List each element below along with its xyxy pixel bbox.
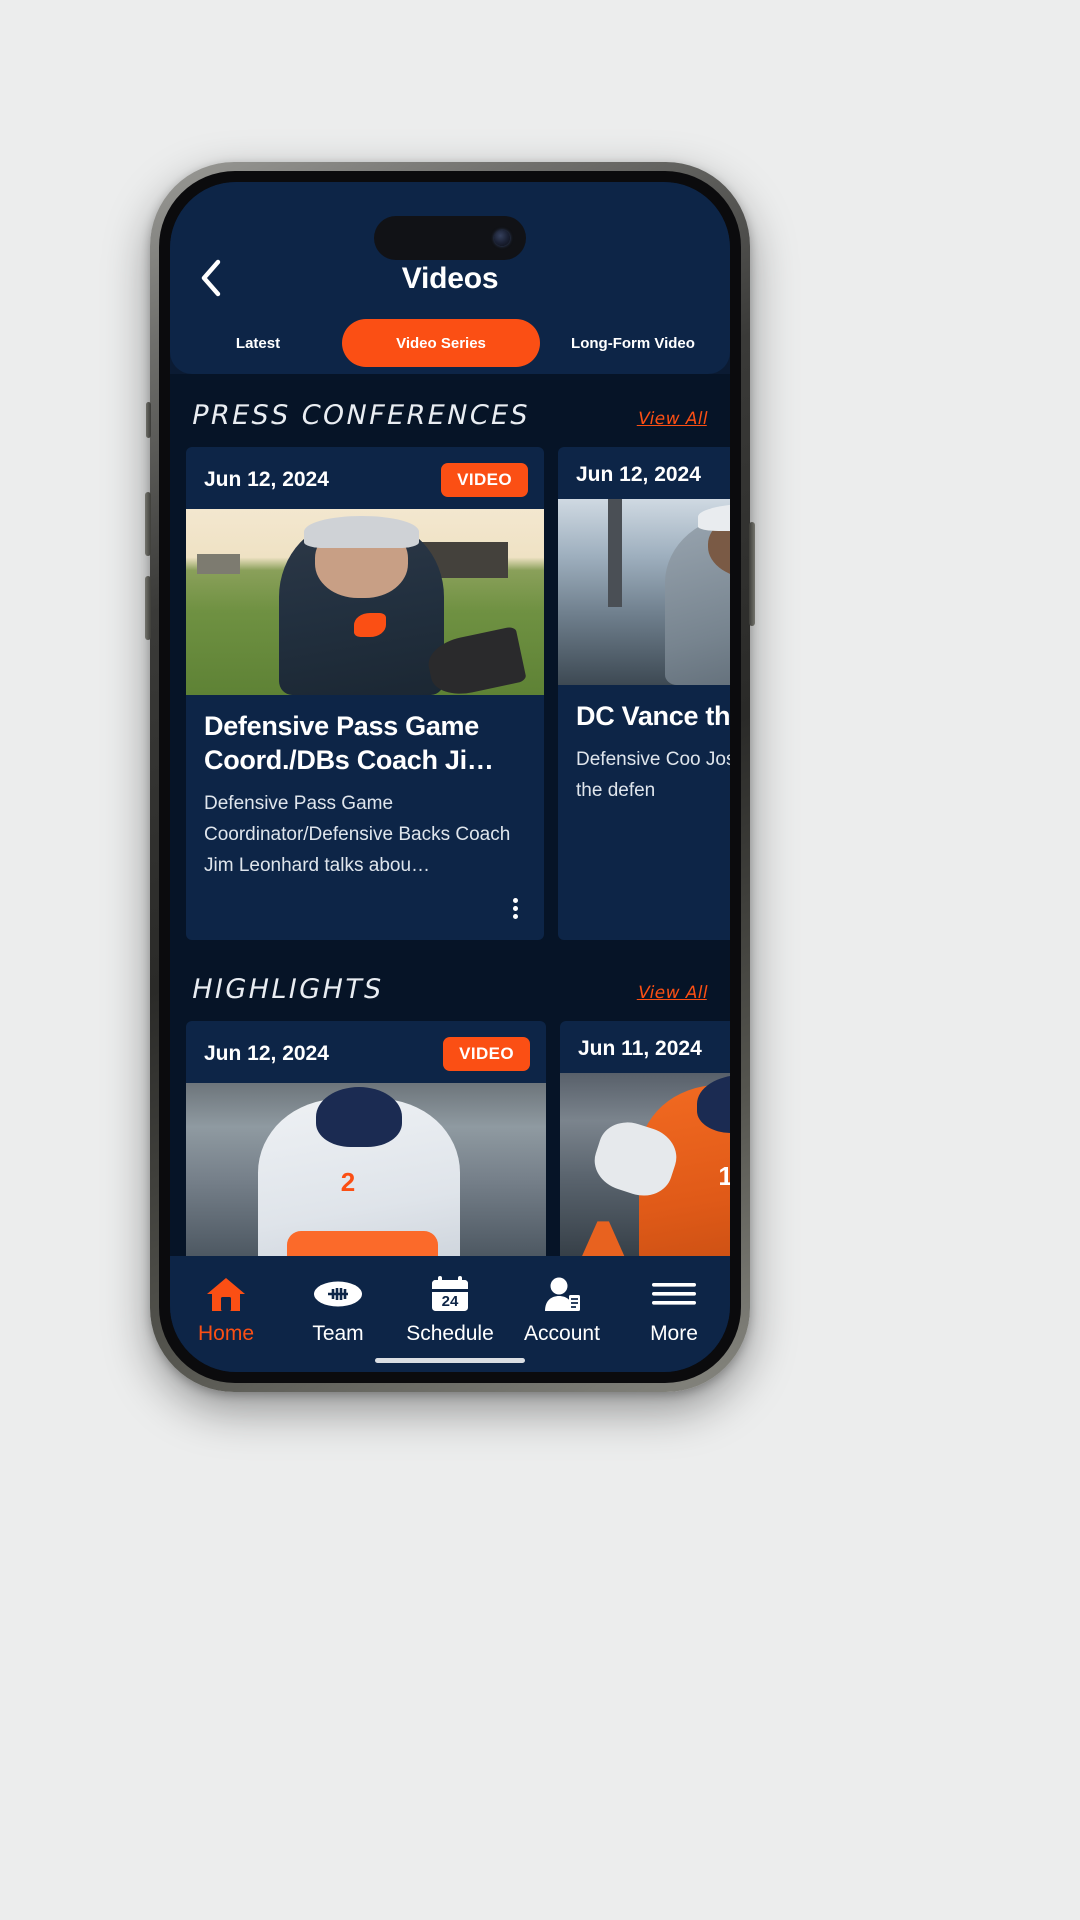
card-overflow-menu-button[interactable]	[186, 881, 544, 940]
card-body: DC Vance the second Defensive Coo Joseph…	[558, 685, 730, 807]
card-title: Defensive Pass Game Coord./DBs Coach Ji…	[204, 711, 494, 776]
card-thumbnail[interactable]	[558, 499, 730, 685]
page-title: Videos	[401, 262, 499, 295]
volume-down-button[interactable]	[145, 576, 151, 640]
person-icon	[542, 1274, 582, 1314]
card-header: Jun 12, 2024 VIDEO	[186, 447, 544, 509]
phone-bezel: Videos Latest Video Series Long-Form Vid…	[159, 171, 741, 1383]
card-thumbnail[interactable]: 2	[186, 1083, 546, 1284]
card-thumbnail[interactable]	[186, 509, 544, 695]
video-card[interactable]: Jun 12, 2024 VIDEO Defensive Pass Game C…	[186, 447, 544, 941]
jersey-number: 2	[340, 1167, 356, 1198]
screenshot-canvas: Videos Latest Video Series Long-Form Vid…	[0, 0, 1080, 1920]
card-header: Jun 12, 2024 VIDEO	[186, 1021, 546, 1083]
nav-label: Home	[197, 1322, 255, 1345]
dynamic-island	[374, 216, 526, 260]
nav-label: Account	[524, 1322, 600, 1345]
video-feed[interactable]: PRESS CONFERENCES View All Jun 12, 2024 …	[170, 374, 730, 1372]
tab-video-series[interactable]: Video Series	[342, 319, 540, 367]
card-date: Jun 12, 2024	[204, 468, 329, 491]
video-card[interactable]: Jun 11, 2024 12	[560, 1021, 730, 1284]
kebab-menu-icon	[513, 895, 518, 922]
card-description: Defensive Coo Joseph discuss from the de…	[576, 749, 730, 801]
section-header-highlights: HIGHLIGHTS View All	[170, 940, 730, 1021]
nav-item-more[interactable]: More	[618, 1274, 730, 1346]
video-card[interactable]: Jun 12, 2024 DC Vance the second Defensi…	[558, 447, 730, 941]
home-indicator[interactable]	[375, 1358, 525, 1363]
silent-switch[interactable]	[146, 402, 151, 438]
calendar-icon: 24	[430, 1274, 470, 1314]
svg-text:24: 24	[442, 1293, 459, 1310]
jersey-number: 12	[718, 1161, 730, 1192]
card-date: Jun 11, 2024	[578, 1037, 702, 1061]
video-card[interactable]: Jun 12, 2024 VIDEO 2	[186, 1021, 546, 1284]
status-badge: VIDEO	[441, 463, 528, 497]
tab-latest[interactable]: Latest	[174, 319, 342, 367]
card-header: Jun 12, 2024	[558, 447, 730, 499]
card-date: Jun 12, 2024	[204, 1042, 329, 1066]
phone-device-frame: Videos Latest Video Series Long-Form Vid…	[145, 162, 755, 1392]
back-button[interactable]	[184, 252, 236, 304]
view-all-highlights[interactable]: View All	[636, 983, 710, 1003]
nav-item-schedule[interactable]: 24 Schedule	[394, 1274, 506, 1346]
hamburger-icon	[651, 1274, 697, 1314]
card-body: Defensive Pass Game Coord./DBs Coach Ji……	[186, 695, 544, 881]
section-header-press-conferences: PRESS CONFERENCES View All	[170, 374, 730, 447]
card-header: Jun 11, 2024	[560, 1021, 730, 1073]
section-title: PRESS CONFERENCES	[188, 400, 533, 431]
card-thumbnail[interactable]: 12	[560, 1073, 730, 1274]
football-icon	[313, 1274, 363, 1314]
nav-label: Schedule	[406, 1322, 494, 1345]
card-date: Jun 12, 2024	[576, 463, 701, 486]
nav-item-team[interactable]: Team	[282, 1274, 394, 1346]
status-badge: VIDEO	[443, 1037, 530, 1072]
card-description: Defensive Pass Game Coordinator/Defensiv…	[204, 793, 511, 876]
nav-item-account[interactable]: Account	[506, 1274, 618, 1346]
press-conferences-rail[interactable]: Jun 12, 2024 VIDEO Defensive Pass Game C…	[170, 447, 730, 941]
tab-long-form-video[interactable]: Long-Form Video	[540, 319, 726, 367]
view-all-press-conferences[interactable]: View All	[636, 409, 710, 429]
nav-label: Team	[312, 1322, 364, 1345]
phone-screen: Videos Latest Video Series Long-Form Vid…	[170, 182, 730, 1372]
home-icon	[205, 1274, 247, 1314]
nav-label: More	[650, 1322, 698, 1345]
card-title: DC Vance the second	[576, 701, 730, 731]
bottom-navigation-bar: Home Team 24 Schedule Account More	[170, 1256, 730, 1372]
section-title: HIGHLIGHTS	[188, 974, 387, 1006]
video-category-tabs: Latest Video Series Long-Form Video	[170, 312, 730, 374]
front-camera-icon	[494, 230, 510, 246]
power-button[interactable]	[749, 522, 755, 626]
chevron-left-icon	[201, 259, 221, 297]
highlights-rail[interactable]: Jun 12, 2024 VIDEO 2 Jun 11, 2024 1	[170, 1021, 730, 1284]
nav-item-home[interactable]: Home	[170, 1274, 282, 1346]
volume-up-button[interactable]	[145, 492, 151, 556]
